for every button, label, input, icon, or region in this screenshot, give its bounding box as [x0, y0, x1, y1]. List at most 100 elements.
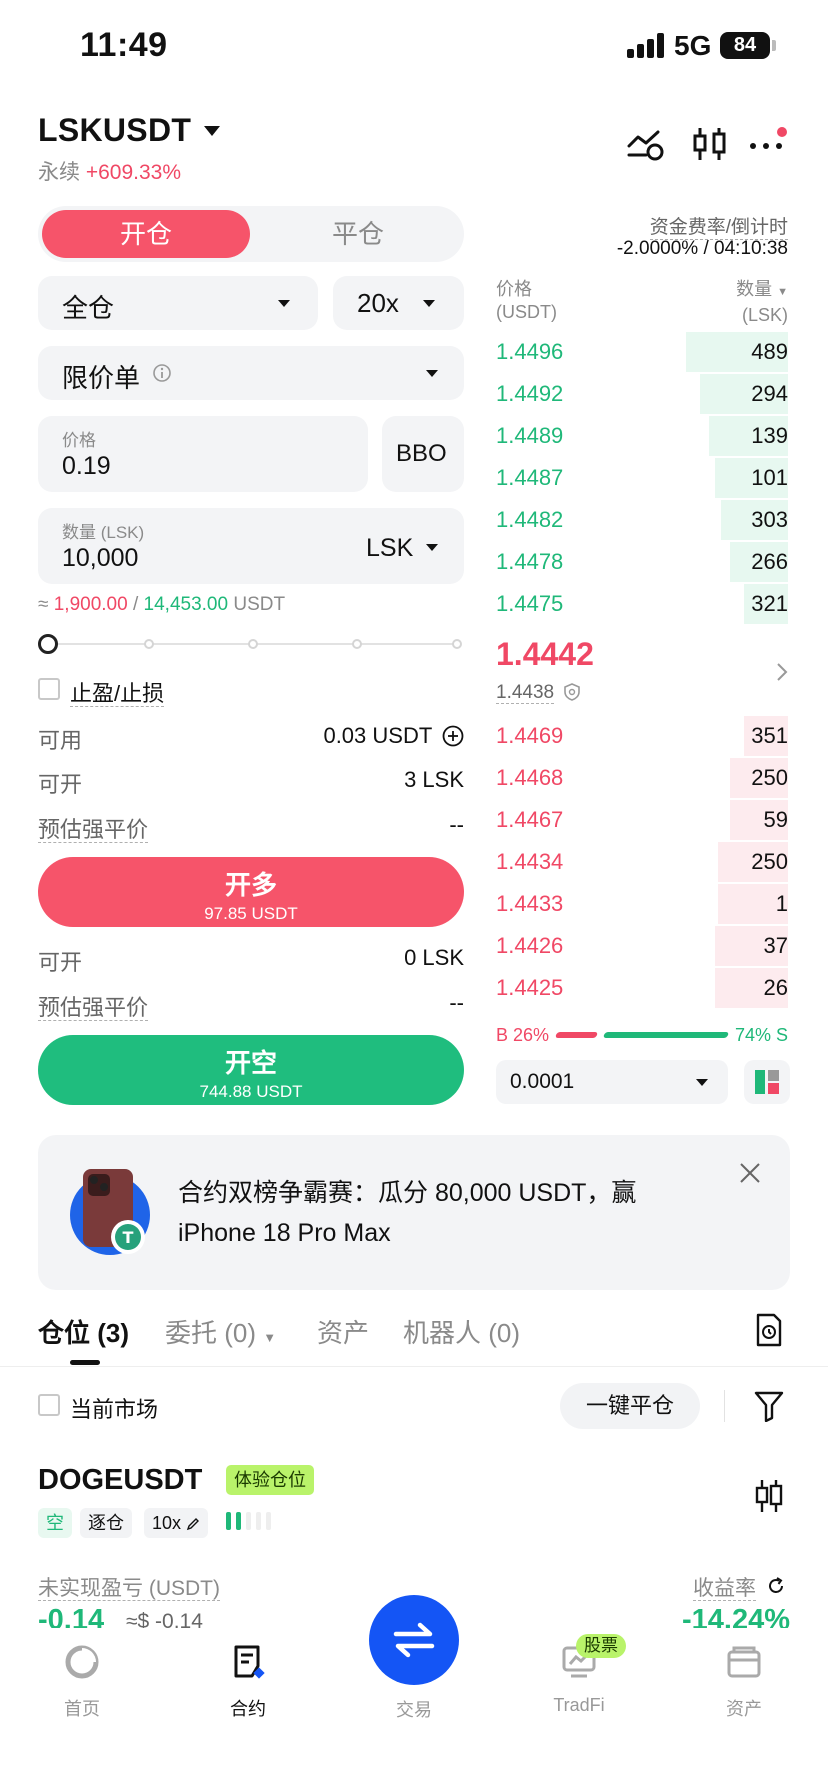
- strategy-icon[interactable]: [626, 124, 666, 164]
- book-layout-button[interactable]: [744, 1060, 790, 1104]
- promo-banner[interactable]: T 合约双榜争霸赛：瓜分 80,000 USDT，赢 iPhone 18 Pro…: [38, 1135, 790, 1290]
- ask-row[interactable]: 1.4492 294: [496, 373, 788, 415]
- ask-price: 1.4475: [496, 591, 564, 616]
- history-icon[interactable]: [754, 1313, 784, 1347]
- buy-sell-ratio-bar: [554, 1032, 730, 1038]
- slider-step-100[interactable]: [452, 639, 462, 649]
- approx-unit: USDT: [233, 594, 286, 615]
- tpsl-label[interactable]: 止盈/止损: [70, 676, 165, 708]
- nav-trade[interactable]: 交易: [354, 1696, 474, 1722]
- sell-ratio: 74% S: [734, 1025, 788, 1045]
- approx-long-value: 1,900.00: [53, 594, 128, 615]
- tab-positions[interactable]: 仓位 (3): [38, 1313, 129, 1350]
- ask-row[interactable]: 1.4482 303: [496, 499, 788, 541]
- wallet-icon: [727, 1646, 761, 1678]
- ask-row[interactable]: 1.4478 266: [496, 541, 788, 583]
- chevron-right-icon[interactable]: [774, 660, 790, 684]
- open-short-button[interactable]: 开空 744.88 USDT: [38, 1035, 464, 1105]
- pair-dropdown-icon[interactable]: [204, 126, 220, 136]
- slider-step-25[interactable]: [144, 639, 154, 649]
- nav-home-label: 首页: [64, 1699, 100, 1719]
- available-label: 可用: [38, 728, 83, 753]
- bid-price: 1.4468: [496, 765, 564, 790]
- price-input[interactable]: 价格 0.19: [38, 416, 368, 492]
- tab-orders[interactable]: 委托 (0) ▼: [165, 1313, 276, 1350]
- leverage-chip[interactable]: 10x: [144, 1508, 209, 1538]
- tab-close[interactable]: 平仓: [268, 210, 448, 258]
- quantity-unit-select[interactable]: LSK: [366, 534, 413, 563]
- pair-title[interactable]: LSKUSDT: [38, 112, 191, 149]
- pair-subtitle: 永续 +609.33%: [38, 156, 181, 186]
- info-icon[interactable]: [152, 363, 172, 383]
- close-icon[interactable]: [738, 1161, 762, 1185]
- tpsl-checkbox[interactable]: [38, 678, 60, 700]
- current-market-label[interactable]: 当前市场: [70, 1392, 158, 1424]
- ask-row[interactable]: 1.4489 139: [496, 415, 788, 457]
- bid-row[interactable]: 1.4467 59: [496, 799, 788, 841]
- ask-price: 1.4489: [496, 423, 564, 448]
- bid-row[interactable]: 1.4434 250: [496, 841, 788, 883]
- refresh-icon[interactable]: [766, 1576, 786, 1596]
- more-icon[interactable]: [748, 124, 788, 164]
- ask-qty: 266: [751, 549, 788, 574]
- edit-icon[interactable]: [186, 1517, 200, 1531]
- price-input-value[interactable]: 0.19: [62, 452, 111, 481]
- order-type-select[interactable]: 限价单: [38, 346, 464, 400]
- ask-price: 1.4478: [496, 549, 564, 574]
- nav-contract[interactable]: 合约: [188, 1644, 308, 1721]
- bbo-button[interactable]: BBO: [382, 416, 464, 492]
- tab-assets[interactable]: 资产: [317, 1313, 369, 1350]
- ask-qty: 321: [751, 591, 788, 616]
- ask-row[interactable]: 1.4475 321: [496, 583, 788, 625]
- position-side-chip: 空: [38, 1508, 72, 1538]
- funding-rate-label[interactable]: 资金费率/倒计时: [649, 212, 788, 240]
- position-symbol[interactable]: DOGEUSDT: [38, 1464, 202, 1497]
- bid-row[interactable]: 1.4425 26: [496, 967, 788, 1009]
- trade-fab-button[interactable]: [369, 1595, 459, 1685]
- can-open-long-value: 3 LSK: [404, 767, 464, 792]
- unrealized-pnl-label[interactable]: 未实现盈亏 (USDT): [38, 1572, 220, 1602]
- roe-label[interactable]: 收益率: [693, 1572, 756, 1602]
- bid-row[interactable]: 1.4426 37: [496, 925, 788, 967]
- tab-bots[interactable]: 机器人 (0): [403, 1313, 520, 1350]
- quantity-input[interactable]: 数量 (LSK) 10,000 LSK: [38, 508, 464, 584]
- bid-qty: 59: [763, 807, 788, 832]
- candlestick-chart-icon[interactable]: [690, 124, 730, 164]
- battery-icon: 84: [720, 32, 770, 59]
- leverage-select[interactable]: 20x: [333, 276, 464, 330]
- ask-row[interactable]: 1.4496 489: [496, 331, 788, 373]
- bid-row[interactable]: 1.4469 351: [496, 715, 788, 757]
- slider-step-50[interactable]: [248, 639, 258, 649]
- margin-mode-select[interactable]: 全仓: [38, 276, 318, 330]
- liq-price-label-short[interactable]: 预估强平价: [38, 990, 149, 1022]
- leverage-label: 20x: [357, 288, 399, 318]
- precision-select[interactable]: 0.0001: [496, 1060, 728, 1104]
- ask-row[interactable]: 1.4487 101: [496, 457, 788, 499]
- chevron-down-icon: [696, 1079, 708, 1086]
- bid-qty: 1: [775, 891, 788, 916]
- ask-price: 1.4487: [496, 465, 564, 490]
- open-long-button[interactable]: 开多 97.85 USDT: [38, 857, 464, 927]
- quantity-input-value[interactable]: 10,000: [62, 544, 138, 573]
- tab-open[interactable]: 开仓: [42, 210, 250, 258]
- liq-price-long-value: --: [449, 812, 464, 837]
- chevron-down-icon: [426, 370, 438, 377]
- divider: [0, 1366, 828, 1367]
- slider-step-75[interactable]: [352, 639, 362, 649]
- nav-assets[interactable]: 资产: [684, 1644, 804, 1721]
- bid-row[interactable]: 1.4433 1: [496, 883, 788, 925]
- nav-home[interactable]: 首页: [22, 1644, 142, 1721]
- liq-price-label[interactable]: 预估强平价: [38, 812, 149, 844]
- active-tab-indicator: [70, 1360, 100, 1365]
- close-all-button[interactable]: 一键平仓: [560, 1383, 700, 1429]
- approx-separator: /: [132, 594, 139, 615]
- slider-handle[interactable]: [38, 634, 58, 654]
- liq-price-short-value: --: [449, 990, 464, 1015]
- current-market-checkbox[interactable]: [38, 1394, 60, 1416]
- bid-row[interactable]: 1.4468 250: [496, 757, 788, 799]
- filter-icon[interactable]: [754, 1390, 784, 1422]
- ob-qty-header[interactable]: 数量 ▼ (LSK): [736, 278, 788, 327]
- bid-price: 1.4469: [496, 723, 564, 748]
- candlestick-chart-icon[interactable]: [754, 1478, 784, 1514]
- add-funds-icon[interactable]: [442, 725, 464, 747]
